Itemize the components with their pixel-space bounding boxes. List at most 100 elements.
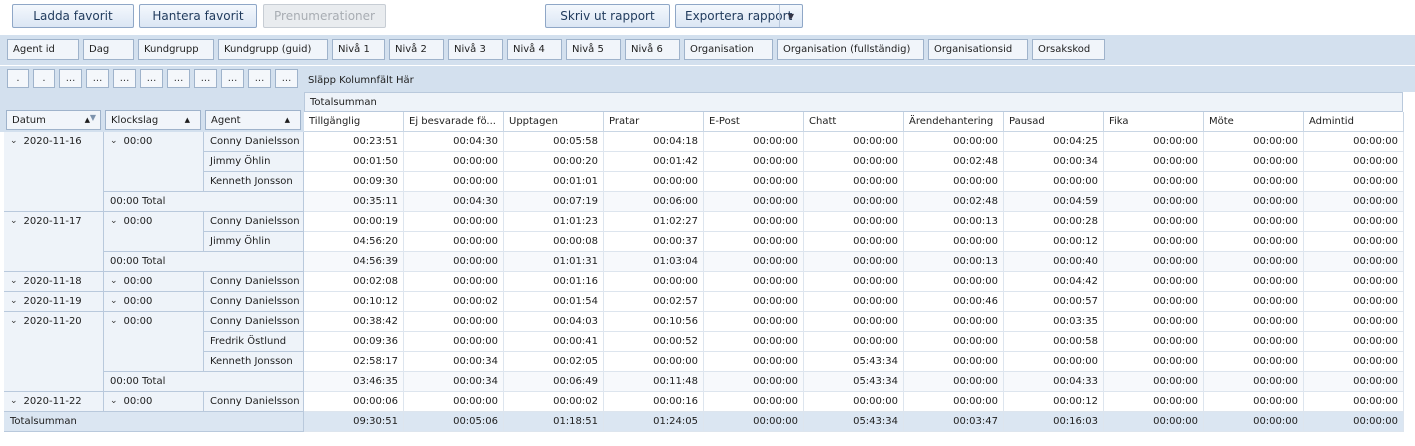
column-header[interactable]: Chatt (804, 112, 904, 132)
chevron-down-icon[interactable]: ▼ (779, 5, 802, 27)
collapsed-field-button[interactable]: ... (113, 69, 136, 88)
table-cell: 00:01:01 (504, 172, 604, 192)
filter-field-button[interactable]: Organisationsid (928, 39, 1028, 60)
filter-field-button[interactable]: Nivå 2 (389, 39, 444, 60)
filter-field-button[interactable]: Agent id (7, 39, 79, 60)
agent-row-header[interactable]: Kenneth Jonsson (204, 352, 304, 372)
chevron-down-icon[interactable]: ⌄ (110, 276, 118, 286)
agent-row-header[interactable]: Conny Danielsson (204, 312, 304, 332)
collapsed-field-button[interactable]: ... (167, 69, 190, 88)
filter-field-button[interactable]: Nivå 5 (566, 39, 621, 60)
time-group-header[interactable]: ⌄ 00:00 (104, 212, 204, 252)
date-group-header[interactable]: ⌄ 2020-11-19 (4, 292, 104, 312)
chevron-down-icon[interactable]: ⌄ (110, 136, 118, 146)
chevron-down-icon[interactable]: ⌄ (10, 136, 18, 146)
time-label: 00:00 (123, 316, 153, 327)
collapsed-field-button[interactable]: ... (86, 69, 109, 88)
filter-field-button[interactable]: Kundgrupp (guid) (218, 39, 328, 60)
table-cell: 00:00:00 (1004, 172, 1104, 192)
row-field-agent[interactable]: Agent ▲ (205, 110, 301, 130)
filter-field-button[interactable]: Nivå 1 (332, 39, 385, 60)
agent-row-header[interactable]: Fredrik Östlund (204, 332, 304, 352)
collapsed-field-button[interactable]: ... (275, 69, 298, 88)
column-header[interactable]: Pausad (1004, 112, 1104, 132)
column-header[interactable]: Ärendehantering (904, 112, 1004, 132)
table-cell: 00:00:00 (1304, 392, 1404, 412)
chevron-down-icon[interactable]: ⌄ (110, 396, 118, 406)
time-group-header[interactable]: ⌄ 00:00 (104, 312, 204, 372)
date-group-header[interactable]: ⌄ 2020-11-20 (4, 312, 104, 392)
filter-field-button[interactable]: Organisation (fullständig) (777, 39, 924, 60)
column-header[interactable]: Fika (1104, 112, 1204, 132)
chevron-down-icon[interactable]: ⌄ (110, 216, 118, 226)
filter-field-button[interactable]: Nivå 4 (507, 39, 562, 60)
chevron-down-icon[interactable]: ⌄ (10, 296, 18, 306)
agent-row-header[interactable]: Conny Danielsson (204, 392, 304, 412)
row-field-time[interactable]: Klockslag ▲ (105, 110, 201, 130)
agent-row-header[interactable]: Conny Danielsson (204, 272, 304, 292)
collapsed-field-button[interactable]: . (7, 69, 29, 88)
row-field-date[interactable]: Datum ▲ ▼ (6, 110, 101, 130)
table-cell: 00:00:00 (904, 312, 1004, 332)
table-cell: 00:00:00 (904, 332, 1004, 352)
grand-total-cell: 05:43:34 (804, 412, 904, 432)
table-cell: 00:00:00 (1104, 172, 1204, 192)
chevron-down-icon[interactable]: ⌄ (10, 216, 18, 226)
collapsed-field-button[interactable]: ... (194, 69, 217, 88)
filter-field-button[interactable]: Kundgrupp (138, 39, 214, 60)
time-group-header[interactable]: ⌄ 00:00 (104, 292, 204, 312)
time-group-header[interactable]: ⌄ 00:00 (104, 272, 204, 292)
filter-icon[interactable]: ▼ (90, 113, 96, 122)
table-cell: 00:01:50 (304, 152, 404, 172)
time-group-header[interactable]: ⌄ 00:00 (104, 132, 204, 192)
date-group-header[interactable]: ⌄ 2020-11-16 (4, 132, 104, 212)
column-header[interactable]: Pratar (604, 112, 704, 132)
column-header[interactable]: Möte (1204, 112, 1304, 132)
collapsed-field-button[interactable]: ... (221, 69, 244, 88)
filter-field-button[interactable]: Nivå 3 (448, 39, 503, 60)
table-cell: 00:00:00 (704, 212, 804, 232)
agent-row-header[interactable]: Conny Danielsson (204, 292, 304, 312)
column-header[interactable]: E-Post (704, 112, 804, 132)
agent-row-header[interactable]: Jimmy Öhlin (204, 152, 304, 172)
table-cell: 00:00:00 (404, 392, 504, 412)
filter-field-button[interactable]: Orsakskod (1032, 39, 1105, 60)
table-cell: 00:00:00 (404, 272, 504, 292)
agent-row-header[interactable]: Conny Danielsson (204, 132, 304, 152)
manage-favorite-button[interactable]: Hantera favorit (139, 4, 257, 28)
agent-row-header[interactable]: Kenneth Jonsson (204, 172, 304, 192)
filter-field-button[interactable]: Organisation (684, 39, 773, 60)
table-cell: 00:00:12 (1004, 232, 1104, 252)
filter-field-button[interactable]: Dag (83, 39, 134, 60)
print-report-button[interactable]: Skriv ut rapport (545, 4, 670, 28)
date-group-header[interactable]: ⌄ 2020-11-17 (4, 212, 104, 272)
column-header[interactable]: Ej besvarade fö... (404, 112, 504, 132)
column-header[interactable]: Tillgänglig (304, 112, 404, 132)
subtotal-cell: 00:00:00 (1204, 252, 1304, 272)
time-label: 00:00 (123, 136, 153, 147)
chevron-down-icon[interactable]: ⌄ (110, 316, 118, 326)
collapsed-field-button[interactable]: ... (248, 69, 271, 88)
agent-row-header[interactable]: Conny Danielsson (204, 212, 304, 232)
date-group-header[interactable]: ⌄ 2020-11-22 (4, 392, 104, 412)
table-cell: 00:00:00 (604, 272, 704, 292)
column-header[interactable]: Admintid (1304, 112, 1404, 132)
chevron-down-icon[interactable]: ⌄ (10, 276, 18, 286)
chevron-down-icon[interactable]: ⌄ (10, 396, 18, 406)
load-favorite-button[interactable]: Ladda favorit (12, 4, 134, 28)
collapsed-field-button[interactable]: ... (140, 69, 163, 88)
collapsed-field-button[interactable]: . (33, 69, 55, 88)
chevron-down-icon[interactable]: ⌄ (110, 296, 118, 306)
agent-row-header[interactable]: Jimmy Öhlin (204, 232, 304, 252)
filter-field-button[interactable]: Nivå 6 (625, 39, 680, 60)
column-header[interactable]: Upptagen (504, 112, 604, 132)
collapsed-field-button[interactable]: ... (59, 69, 82, 88)
time-group-header[interactable]: ⌄ 00:00 (104, 392, 204, 412)
chevron-down-icon[interactable]: ⌄ (10, 316, 18, 326)
date-group-header[interactable]: ⌄ 2020-11-18 (4, 272, 104, 292)
subtotal-row-header: 00:00 Total (104, 372, 304, 392)
table-cell: 00:10:56 (604, 312, 704, 332)
column-drop-zone[interactable]: Släpp Kolumnfält Här (308, 72, 414, 88)
table-cell: 00:04:42 (1004, 272, 1104, 292)
export-report-dropdown[interactable]: Exportera rapport ▼ (675, 4, 803, 28)
